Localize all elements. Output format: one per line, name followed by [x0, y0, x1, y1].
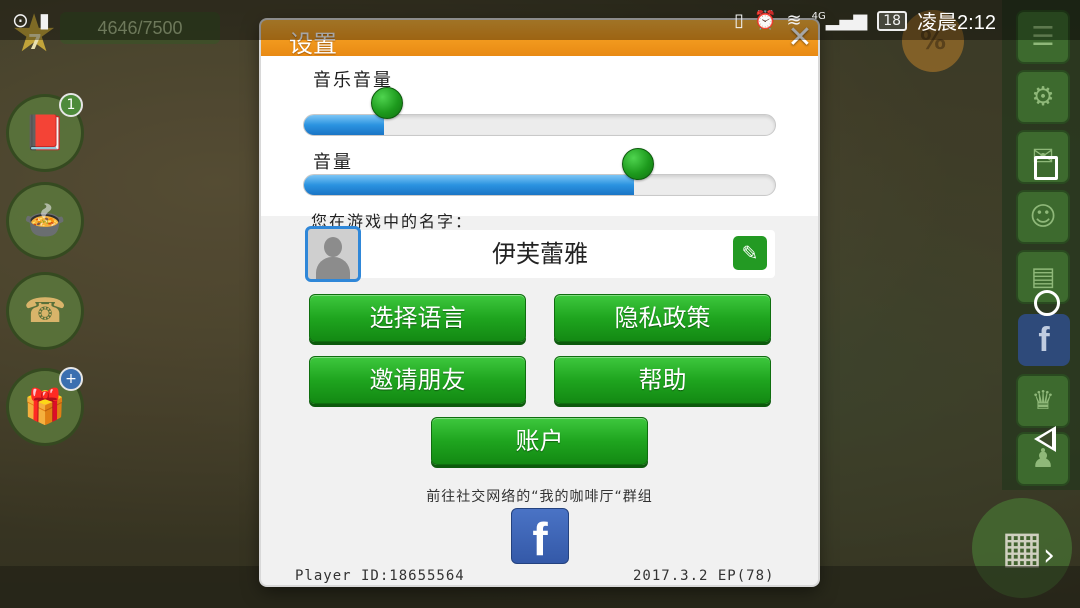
- square-icon: [1034, 156, 1058, 180]
- notepad-icon: ▤: [1030, 262, 1056, 292]
- recent-apps-button[interactable]: [1034, 156, 1064, 180]
- help-button[interactable]: 帮助: [554, 356, 771, 404]
- settings-button[interactable]: ⚙: [1016, 70, 1070, 124]
- clock: 凌晨2:12: [917, 12, 996, 34]
- battery-indicator: 18: [877, 10, 908, 31]
- cooking-pot-icon: 🍲: [23, 201, 67, 241]
- music-volume-fill: [304, 115, 385, 135]
- home-button[interactable]: [1034, 290, 1064, 316]
- facebook-side-button[interactable]: f: [1018, 314, 1070, 366]
- edit-name-button[interactable]: ✎: [733, 236, 767, 270]
- privacy-policy-button[interactable]: 隐私政策: [554, 294, 771, 342]
- volume-section: 音乐音量 音量: [261, 56, 818, 216]
- avatar-body-icon: [316, 257, 350, 279]
- add-badge: +: [59, 367, 83, 391]
- sound-volume-track[interactable]: [303, 174, 776, 196]
- alarm-icon: ⏰: [754, 10, 777, 31]
- recipe-book-button[interactable]: 📕 1: [6, 93, 84, 172]
- gear-icon: ⚙: [1031, 82, 1055, 112]
- alert-icon: ▮: [38, 8, 50, 32]
- notification-badge: 1: [59, 93, 83, 117]
- circle-icon: [1034, 290, 1060, 316]
- cooking-pot-button[interactable]: 🍲: [6, 182, 84, 260]
- select-language-button[interactable]: 选择语言: [309, 294, 526, 342]
- trophy-button[interactable]: ♛: [1016, 374, 1070, 428]
- player-id: Player ID:18655564: [295, 568, 465, 584]
- chevron-right-icon: ›: [1043, 538, 1055, 573]
- expand-button[interactable]: ›: [1034, 538, 1064, 573]
- recipe-book-icon: 📕: [23, 113, 67, 153]
- avatar-head-icon: [324, 237, 342, 257]
- back-button[interactable]: [1034, 426, 1064, 452]
- settings-dialog: 设置 ✕ 音乐音量 音量 您在游戏中的名字： 伊芙蕾雅 ✎ 选择语言 隐私政策 …: [261, 20, 818, 585]
- gift-icon: 🎁: [23, 387, 67, 427]
- edit-document-icon: ✎: [741, 241, 759, 265]
- sound-volume-fill: [304, 175, 634, 195]
- telephone-button[interactable]: ☎: [6, 272, 84, 350]
- vibrate-icon: ▯: [734, 10, 745, 31]
- music-volume-track[interactable]: [303, 114, 776, 136]
- wifi-icon: ≋: [786, 10, 802, 31]
- player-name: 伊芙蕾雅: [492, 240, 588, 268]
- gift-button[interactable]: 🎁 +: [6, 367, 84, 446]
- chef-icon: ☺: [1029, 202, 1057, 232]
- signal-icon: 4G▂▄▆: [811, 10, 868, 31]
- player-name-row: 伊芙蕾雅 ✎: [305, 226, 775, 282]
- telephone-icon: ☎: [23, 291, 67, 331]
- facebook-button[interactable]: f: [511, 508, 569, 565]
- back-triangle-icon: [1034, 426, 1056, 452]
- social-network-text: 前往社交网络的“我的咖啡厅“群组: [426, 489, 653, 505]
- chef-button[interactable]: ☺: [1016, 190, 1070, 244]
- account-button[interactable]: 账户: [431, 417, 648, 465]
- sound-volume-thumb[interactable]: [622, 148, 655, 180]
- avatar[interactable]: [305, 226, 361, 282]
- trophy-icon: ♛: [1031, 386, 1055, 416]
- right-toolbar: ☰ ⚙ ✉ ☺ ▤ ♛ ♟: [1002, 0, 1080, 490]
- sync-icon: ⊙: [12, 8, 29, 32]
- status-bar: ⊙ ▮ ▯ ⏰ ≋ 4G▂▄▆ 18 凌晨2:12: [0, 0, 1080, 40]
- invite-friends-button[interactable]: 邀请朋友: [309, 356, 526, 404]
- sound-volume-label: 音量: [313, 152, 353, 173]
- version-label: 2017.3.2 EP(78): [633, 568, 775, 584]
